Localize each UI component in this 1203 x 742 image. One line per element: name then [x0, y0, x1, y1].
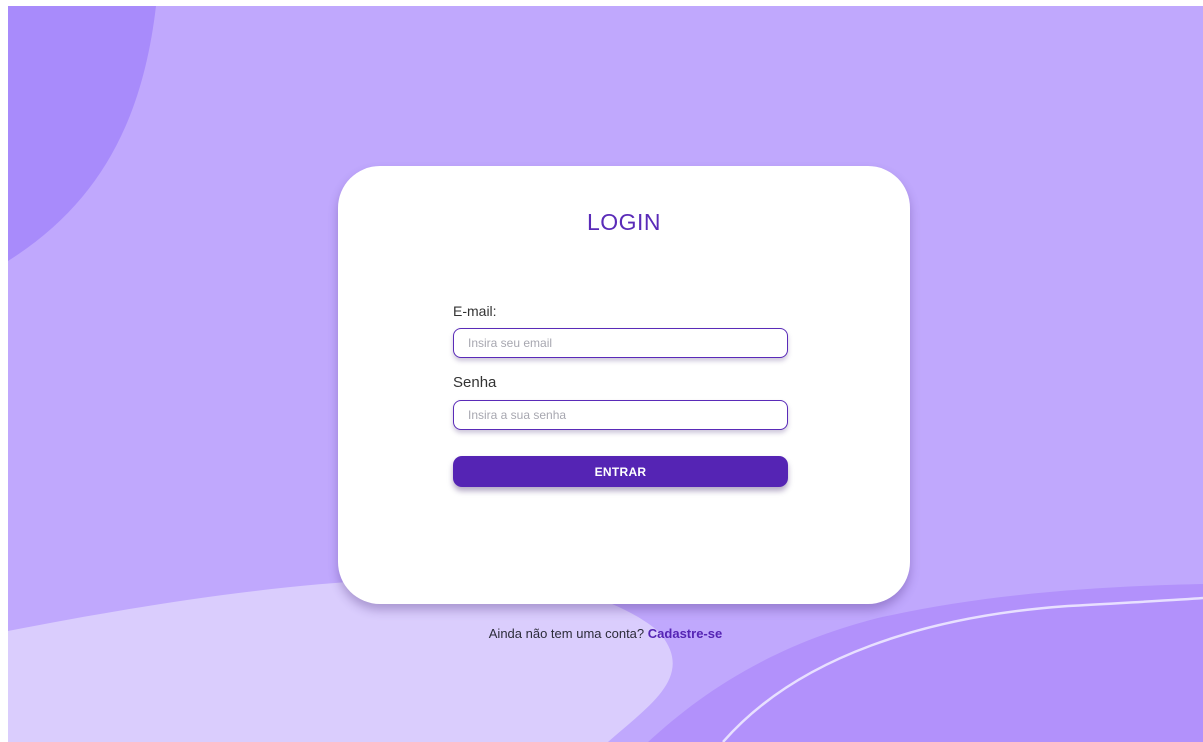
login-button[interactable]: ENTRAR — [453, 456, 788, 487]
login-card: LOGIN E-mail: Senha ENTRAR — [338, 166, 910, 604]
signup-prompt: Ainda não tem uma conta? Cadastre-se — [8, 626, 1203, 641]
login-page: LOGIN E-mail: Senha ENTRAR Ainda não tem… — [8, 6, 1203, 742]
signup-prompt-text: Ainda não tem uma conta? — [488, 626, 645, 641]
email-label: E-mail: — [453, 303, 497, 319]
password-input[interactable] — [453, 400, 788, 430]
signup-link[interactable]: Cadastre-se — [648, 626, 722, 641]
email-input[interactable] — [453, 328, 788, 358]
login-title: LOGIN — [586, 209, 662, 235]
password-label: Senha — [453, 374, 497, 391]
